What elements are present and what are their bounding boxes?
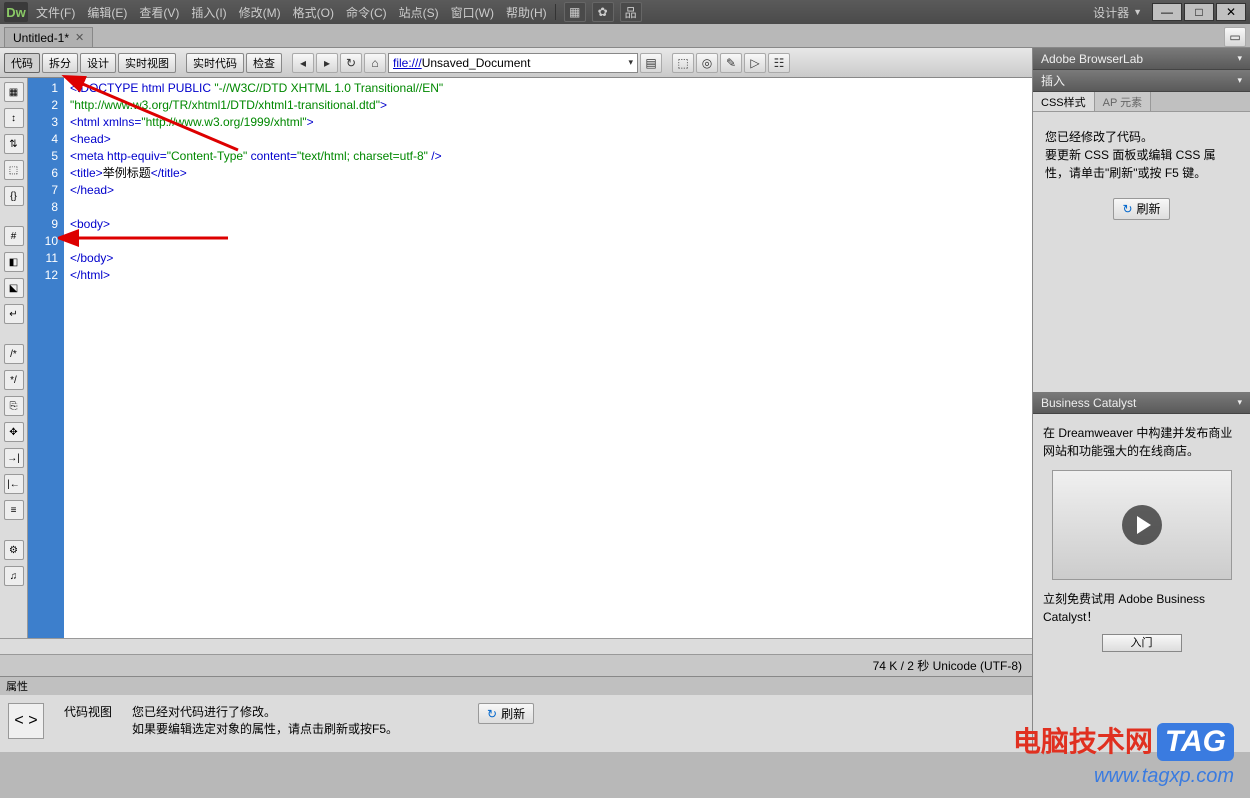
document-tab[interactable]: Untitled-1* ✕ [4,27,93,47]
syntax-icon[interactable]: ⬕ [4,278,24,298]
inspect-button[interactable]: 检查 [246,53,282,73]
open-docs-icon[interactable]: ▦ [4,82,24,102]
tab-title: Untitled-1* [13,31,69,45]
refresh-icon[interactable]: ↻ [340,53,362,73]
tool-a-icon[interactable]: ⚙ [4,540,24,560]
browser-nav-fwd-icon[interactable]: ▸ [316,53,338,73]
css-msg2: 要更新 CSS 面板或编辑 CSS 属性，请单击"刷新"或按 F5 键。 [1045,146,1238,182]
watermark: 电脑技术网TAG www.tagxp.com [1013,720,1234,788]
tool-icon-3[interactable]: ✎ [720,53,742,73]
bc-header[interactable]: Business Catalyst▾ [1033,392,1250,414]
prop-codeview-label: 代码视图 [64,703,112,739]
menu-format[interactable]: 格式(O) [293,4,334,21]
live-code-button[interactable]: 实时代码 [186,53,244,73]
right-panel-group: Adobe BrowserLab▾ 插入▾ CSS样式 AP 元素 您已经修改了… [1032,48,1250,752]
design-view-button[interactable]: 设计 [80,53,116,73]
live-view-button[interactable]: 实时视图 [118,53,176,73]
browser-nav-back-icon[interactable]: ◂ [292,53,314,73]
tool-b-icon[interactable]: ♫ [4,566,24,586]
menu-edit[interactable]: 编辑(E) [87,4,127,21]
line-numbers-icon[interactable]: # [4,226,24,246]
tool-icon-2[interactable]: ◎ [696,53,718,73]
watermark-tag: TAG [1157,723,1234,761]
prop-refresh-button[interactable]: ↻ 刷新 [478,703,534,724]
highlight-icon[interactable]: ◧ [4,252,24,272]
menu-view[interactable]: 查看(V) [139,4,179,21]
h-scrollbar[interactable] [0,638,1032,654]
workspace-switcher[interactable]: 设计器 ▼ [1093,3,1142,21]
play-icon[interactable] [1122,505,1162,545]
collapse-icon[interactable]: ↕ [4,108,24,128]
address-bar[interactable]: file:///Unsaved_Document▾ [388,53,638,73]
css-styles-tab[interactable]: CSS样式 [1033,92,1095,111]
ap-elements-tab[interactable]: AP 元素 [1095,92,1152,111]
menu-modify[interactable]: 修改(M) [239,4,281,21]
layout-icon[interactable]: ▦ [564,2,586,22]
menu-help[interactable]: 帮助(H) [506,4,547,21]
main-menu: 文件(F) 编辑(E) 查看(V) 插入(I) 修改(M) 格式(O) 命令(C… [36,4,547,21]
editor-main: ▦ ↕ ⇅ ⬚ {} # ◧ ⬕ ↵ /* */ ⎘ ✥ →| |← ≡ ⚙ ♫… [0,78,1032,638]
extend-icon[interactable]: ✿ [592,2,614,22]
remove-comment-icon[interactable]: */ [4,370,24,390]
move-icon[interactable]: ✥ [4,422,24,442]
coding-toolbar: ▦ ↕ ⇅ ⬚ {} # ◧ ⬕ ↵ /* */ ⎘ ✥ →| |← ≡ ⚙ ♫ [0,78,28,638]
bc-msg: 在 Dreamweaver 中构建并发布商业网站和功能强大的在线商店。 [1043,424,1240,460]
maximize-button[interactable]: □ [1184,3,1214,21]
recent-snippets-icon[interactable]: ⎘ [4,396,24,416]
prop-msg1: 您已经对代码进行了修改。 [132,703,398,720]
status-bar: 74 K / 2 秒 Unicode (UTF-8) [0,654,1032,676]
tool-icon-1[interactable]: ⬚ [672,53,694,73]
tool-icon-4[interactable]: ▷ [744,53,766,73]
code-content[interactable]: <!DOCTYPE html PUBLIC "-//W3C//DTD XHTML… [64,78,1032,638]
home-icon[interactable]: ⌂ [364,53,386,73]
browserlab-header[interactable]: Adobe BrowserLab▾ [1033,48,1250,70]
prop-msg2: 如果要编辑选定对象的属性，请点击刷新或按F5。 [132,720,398,737]
balance-icon[interactable]: {} [4,186,24,206]
title-bar: Dw 文件(F) 编辑(E) 查看(V) 插入(I) 修改(M) 格式(O) 命… [0,0,1250,24]
css-msg1: 您已经修改了代码。 [1045,128,1238,146]
select-parent-icon[interactable]: ⬚ [4,160,24,180]
indent-icon[interactable]: →| [4,448,24,468]
properties-panel: 属性 < > 代码视图 您已经对代码进行了修改。 如果要编辑选定对象的属性，请点… [0,676,1032,752]
line-gutter: 123 456 789 101112 [28,78,64,638]
status-info: 74 K / 2 秒 Unicode (UTF-8) [873,657,1022,674]
menu-file[interactable]: 文件(F) [36,4,75,21]
minimize-button[interactable]: — [1152,3,1182,21]
split-view-button[interactable]: 拆分 [42,53,78,73]
word-wrap-icon[interactable]: ↵ [4,304,24,324]
document-toolbar: 代码 拆分 设计 实时视图 实时代码 检查 ◂ ▸ ↻ ⌂ file:///Un… [0,48,1032,78]
code-view-button[interactable]: 代码 [4,53,40,73]
menu-commands[interactable]: 命令(C) [346,4,387,21]
bc-video-thumb[interactable] [1052,470,1232,580]
format-icon[interactable]: ≡ [4,500,24,520]
code-view-icon: < > [8,703,44,739]
code-editor[interactable]: 123 456 789 101112 <!DOCTYPE html PUBLIC… [28,78,1032,638]
watermark-url: www.tagxp.com [1013,765,1234,788]
app-logo: Dw [4,2,28,22]
properties-header[interactable]: 属性 [0,677,1032,695]
expand-icon[interactable]: ⇅ [4,134,24,154]
tab-close-icon[interactable]: ✕ [75,31,84,44]
menu-insert[interactable]: 插入(I) [191,4,226,21]
apply-comment-icon[interactable]: /* [4,344,24,364]
addr-options-icon[interactable]: ▤ [640,53,662,73]
bc-trial-text: 立刻免费试用 Adobe Business Catalyst！ [1043,590,1240,626]
document-tab-bar: Untitled-1* ✕ ▭ [0,24,1250,48]
menu-site[interactable]: 站点(S) [399,4,439,21]
tab-restore-icon[interactable]: ▭ [1224,27,1246,47]
insert-header[interactable]: 插入▾ [1033,70,1250,92]
outdent-icon[interactable]: |← [4,474,24,494]
menu-window[interactable]: 窗口(W) [451,4,494,21]
css-refresh-button[interactable]: ↻ 刷新 [1113,198,1169,220]
bc-start-button[interactable]: 入门 [1102,634,1182,652]
close-button[interactable]: ✕ [1216,3,1246,21]
tool-icon-5[interactable]: ☷ [768,53,790,73]
site-icon[interactable]: 品 [620,2,642,22]
watermark-text: 电脑技术网 [1013,726,1153,757]
